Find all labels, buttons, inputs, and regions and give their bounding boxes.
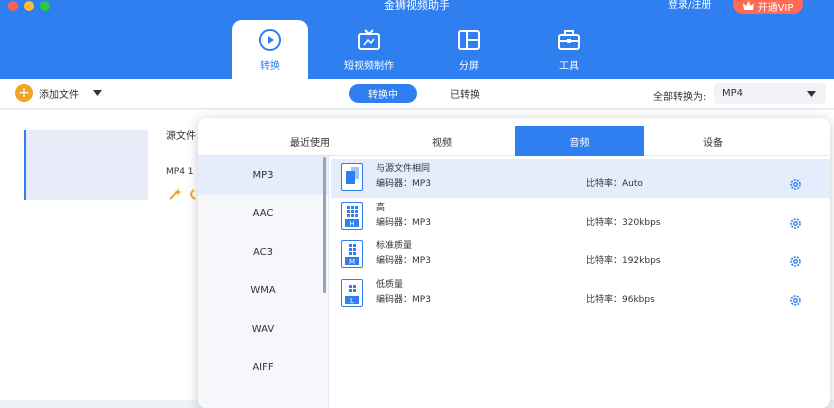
tab-split-screen[interactable]: 分屏 (431, 20, 507, 79)
preset-list: 与源文件相同 编码器：MP3 比特率：Auto H 高 编码器：MP3 比特率：… (331, 159, 830, 313)
tab-recent[interactable]: 最近使用 (251, 126, 369, 156)
quality-low-icon: L (341, 278, 363, 307)
tab-tools[interactable]: 工具 (531, 20, 607, 79)
preset-name: 标准质量 (376, 241, 413, 251)
magic-wand-icon[interactable] (168, 186, 198, 205)
preset-bitrate: 比特率：320kbps (586, 217, 661, 228)
gear-icon[interactable] (789, 292, 802, 311)
tab-device[interactable]: 设备 (644, 126, 782, 156)
tab-split-screen-label: 分屏 (459, 61, 479, 72)
login-register-link[interactable]: 登录/注册 (668, 0, 711, 12)
video-thumbnail[interactable] (24, 130, 148, 200)
preset-row[interactable]: M 标准质量 编码器：MP3 比特率：192kbps (331, 236, 830, 275)
preset-bitrate: 比特率：96kbps (586, 294, 655, 305)
preset-encoder: 编码器：MP3 (376, 179, 431, 189)
toolbox-icon (556, 27, 582, 53)
chevron-down-icon (807, 89, 816, 100)
tab-short-video-label: 短视频制作 (344, 61, 394, 72)
chevron-down-icon[interactable] (93, 88, 102, 99)
same-as-source-icon (341, 163, 363, 191)
badge-m: M (349, 258, 355, 266)
tab-short-video[interactable]: 短视频制作 (331, 20, 407, 79)
preset-row[interactable]: L 低质量 编码器：MP3 比特率：96kbps (331, 275, 830, 314)
convert-all-format-value: MP4 (722, 88, 744, 99)
tab-converting[interactable]: 转换中 (349, 84, 417, 103)
badge-h: H (349, 220, 354, 228)
preset-name: 高 (376, 202, 386, 213)
gear-icon[interactable] (789, 176, 802, 195)
preset-row[interactable]: 与源文件相同 编码器：MP3 比特率：Auto (331, 159, 830, 198)
preset-encoder: 编码器：MP3 (376, 256, 431, 266)
tab-converted[interactable]: 已转换 (431, 84, 499, 103)
tv-clip-icon (356, 27, 382, 53)
add-file-label: 添加文件 (39, 89, 79, 101)
tab-audio[interactable]: 音频 (515, 126, 644, 156)
format-picker-panel: 最近使用 视频 音频 设备 MP3 AAC AC3 WMA WAV AIFF 与… (198, 118, 830, 408)
preset-name: 与源文件相同 (376, 164, 431, 174)
format-item-ac3[interactable]: AC3 (198, 233, 328, 272)
preset-bitrate: 比特率：192kbps (586, 256, 661, 266)
tab-tools-label: 工具 (559, 61, 579, 72)
toolbar: + 添加文件 转换中 已转换 全部转换为: MP4 (0, 79, 834, 109)
format-item-wav[interactable]: WAV (198, 310, 328, 349)
top-bar: 金狮视频助手 登录/注册 开通VIP 转换 短视频制作 分屏 工具 (0, 0, 834, 79)
preset-name: 低质量 (376, 279, 404, 290)
status-segmented-control: 转换中 已转换 (349, 84, 499, 103)
tab-video[interactable]: 视频 (369, 126, 515, 156)
format-item-aac[interactable]: AAC (198, 195, 328, 234)
tab-convert-label: 转换 (260, 61, 280, 72)
convert-play-icon (257, 27, 283, 53)
file-format-meta: MP4 1 (166, 167, 194, 177)
crown-icon (742, 0, 754, 13)
format-item-aiff[interactable]: AIFF (198, 349, 328, 388)
preset-encoder: 编码器：MP3 (376, 294, 431, 305)
vip-button[interactable]: 开通VIP (733, 0, 803, 14)
convert-all-format-select[interactable]: MP4 (714, 83, 826, 104)
format-list-scrollbar[interactable] (323, 157, 326, 293)
quality-medium-icon: M (341, 240, 363, 268)
format-item-wma[interactable]: WMA (198, 272, 328, 311)
tab-convert[interactable]: 转换 (232, 20, 308, 79)
split-screen-icon (456, 27, 482, 53)
format-list: MP3 AAC AC3 WMA WAV AIFF (198, 156, 329, 408)
preset-bitrate: 比特率：Auto (586, 179, 643, 189)
badge-l: L (350, 297, 354, 305)
preset-encoder: 编码器：MP3 (376, 217, 431, 228)
gear-icon[interactable] (789, 253, 802, 272)
convert-all-label: 全部转换为: (653, 92, 707, 103)
format-item-mp3[interactable]: MP3 (198, 156, 328, 195)
format-category-tabs: 最近使用 视频 音频 设备 (198, 126, 830, 156)
gear-icon[interactable] (789, 215, 802, 234)
add-file-button[interactable]: + 添加文件 (15, 84, 102, 102)
quality-high-icon: H (341, 201, 363, 230)
preset-row[interactable]: H 高 编码器：MP3 比特率：320kbps (331, 198, 830, 237)
vip-label: 开通VIP (757, 3, 794, 14)
plus-icon: + (15, 84, 33, 102)
